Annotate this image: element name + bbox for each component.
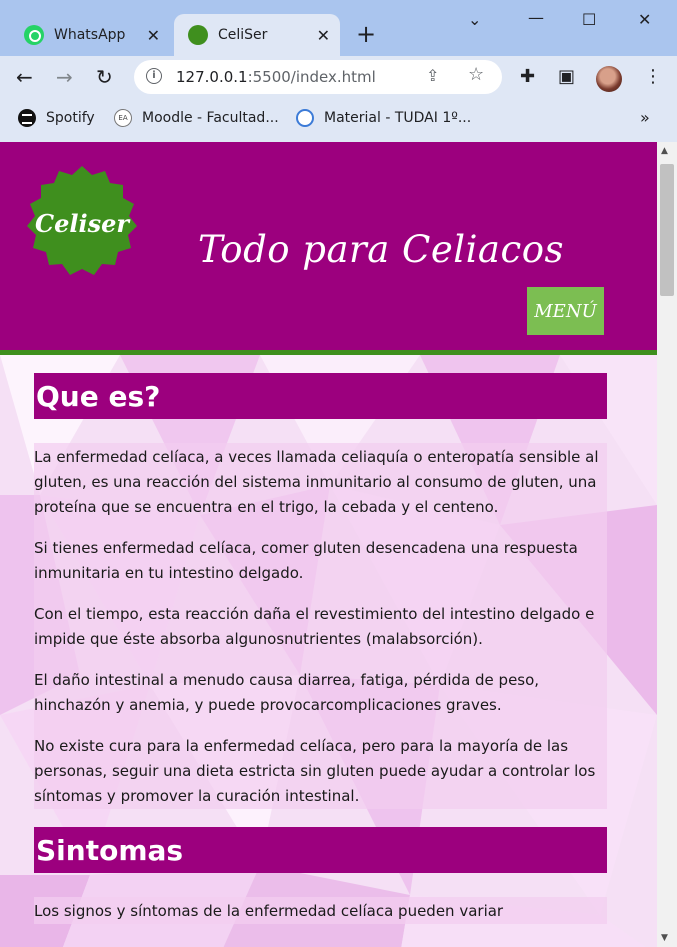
paragraph: El daño intestinal a menudo causa diarre…	[34, 671, 540, 714]
celiser-icon	[188, 25, 208, 45]
page-viewport: Celiser Todo para Celiacos MENÚ Que es? …	[0, 142, 657, 947]
main-content: Que es? La enfermedad celíaca, a veces l…	[34, 373, 607, 924]
whatsapp-icon	[24, 25, 44, 45]
minimize-icon[interactable]: —	[528, 8, 544, 27]
close-window-icon[interactable]: ✕	[638, 10, 651, 29]
close-icon[interactable]: ✕	[317, 26, 330, 45]
browser-toolbar: ← → ↻ i 127.0.0.1:5500/index.html ⇪ ☆ ✚ …	[0, 56, 677, 100]
share-icon[interactable]: ⇪	[426, 66, 439, 85]
tab-search-icon[interactable]: ⌄	[468, 10, 481, 29]
site-info-icon[interactable]: i	[146, 68, 162, 84]
svg-text:Celiser: Celiser	[35, 209, 131, 238]
paragraph: Si tienes enfermedad celíaca, comer glut…	[34, 539, 578, 582]
page-scrollbar[interactable]: ▲ ▼	[657, 142, 677, 947]
site-header: Celiser Todo para Celiacos MENÚ	[0, 142, 657, 355]
section-text-sintomas: Los signos y síntomas de la enfermedad c…	[34, 897, 607, 924]
celiser-logo[interactable]: Celiser	[24, 166, 140, 278]
moodle-icon: EA	[114, 109, 132, 127]
bookmarks-bar: Spotify EA Moodle - Facultad... Material…	[0, 100, 677, 140]
back-icon[interactable]: ←	[16, 66, 33, 88]
bookmark-spotify[interactable]: Spotify	[18, 109, 95, 127]
scroll-up-icon[interactable]: ▲	[661, 146, 668, 156]
paragraph: Con el tiempo, esta reacción daña el rev…	[34, 605, 595, 648]
section-text-que-es: La enfermedad celíaca, a veces llamada c…	[34, 443, 607, 809]
section-heading-sintomas: Sintomas	[34, 827, 607, 873]
paragraph: Los signos y síntomas de la enfermedad c…	[34, 902, 504, 920]
maximize-icon[interactable]: ☐	[582, 10, 596, 29]
new-tab-button[interactable]: +	[356, 22, 376, 46]
profile-avatar[interactable]	[596, 66, 622, 92]
bookmark-star-icon[interactable]: ☆	[468, 64, 484, 85]
browser-titlebar: WhatsApp ✕ CeliSer ✕ + ⌄ — ☐ ✕	[0, 0, 677, 56]
document-icon	[296, 109, 314, 127]
scrollbar-thumb[interactable]	[660, 164, 674, 296]
tab-whatsapp[interactable]: WhatsApp ✕	[10, 14, 170, 56]
bookmark-material[interactable]: Material - TUDAI 1º...	[296, 109, 471, 127]
bookmarks-overflow-icon[interactable]: »	[640, 108, 650, 127]
section-heading-que-es: Que es?	[34, 373, 607, 419]
forward-icon[interactable]: →	[56, 66, 73, 88]
tab-title: CeliSer	[218, 27, 268, 43]
address-bar[interactable]: i 127.0.0.1:5500/index.html ⇪ ☆	[134, 60, 502, 94]
site-title: Todo para Celiacos	[198, 228, 564, 271]
bookmark-moodle[interactable]: EA Moodle - Facultad...	[114, 109, 279, 127]
reload-icon[interactable]: ↻	[96, 66, 113, 88]
scroll-down-icon[interactable]: ▼	[661, 933, 668, 943]
menu-button[interactable]: MENÚ	[527, 287, 604, 335]
menu-kebab-icon[interactable]: ⋮	[644, 66, 662, 87]
paragraph: No existe cura para la enfermedad celíac…	[34, 737, 596, 805]
extensions-icon[interactable]: ✚	[520, 66, 535, 87]
url-text[interactable]: 127.0.0.1:5500/index.html	[176, 68, 376, 86]
paragraph: La enfermedad celíaca, a veces llamada c…	[34, 448, 599, 516]
side-panel-icon[interactable]: ▣	[558, 66, 575, 87]
tab-title: WhatsApp	[54, 27, 126, 43]
spotify-icon	[18, 109, 36, 127]
tab-celiser[interactable]: CeliSer ✕	[174, 14, 340, 56]
close-icon[interactable]: ✕	[147, 26, 160, 45]
